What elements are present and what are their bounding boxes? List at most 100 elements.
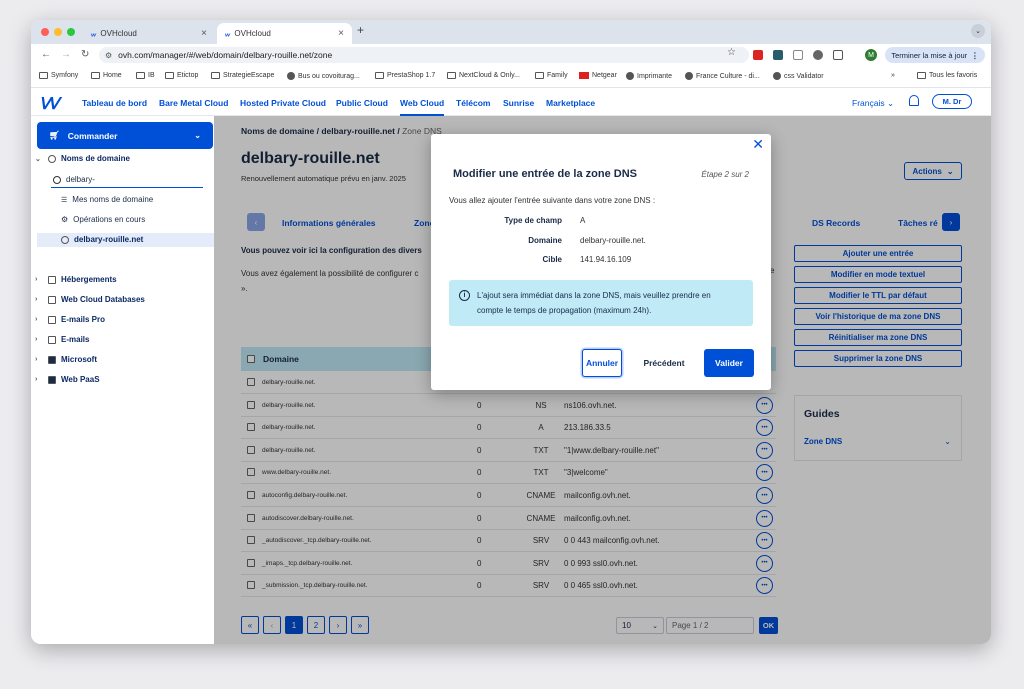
sidebar-item-my-domains[interactable]: ☰ Mes noms de domaine <box>61 195 153 204</box>
sidebar-item-operations[interactable]: ⚙ Opérations en cours <box>61 215 145 224</box>
language-selector[interactable]: Français ⌄ <box>852 98 894 109</box>
nav-telecom[interactable]: Télécom <box>456 98 491 108</box>
bookmark-item[interactable]: css Validator <box>773 72 824 80</box>
bookmark-star-icon[interactable]: ☆ <box>727 47 736 58</box>
bookmark-item[interactable]: Home <box>91 72 122 79</box>
mail-icon <box>48 315 56 324</box>
bookmark-item[interactable]: PrestaShop 1.7 <box>375 72 435 79</box>
nav-bare-metal-cloud[interactable]: Bare Metal Cloud <box>159 98 228 108</box>
field-domain-label: Domaine <box>528 236 562 245</box>
forward-arrow-icon[interactable]: → <box>61 49 71 60</box>
chevron-down-icon: ⌄ <box>886 98 895 108</box>
new-tab-icon[interactable]: + <box>357 23 364 37</box>
browser-tab-1[interactable]: ᵥᵥ OVHcloud × <box>83 23 215 44</box>
cancel-button[interactable]: Annuler <box>582 349 622 377</box>
sidebar-item-emails[interactable]: › E-mails <box>35 335 89 344</box>
validate-button[interactable]: Valider <box>704 349 754 377</box>
sidebar-item-microsoft[interactable]: › Microsoft <box>35 355 97 364</box>
maximize-window-button[interactable] <box>67 28 75 36</box>
sidebar-item-web-cloud-databases[interactable]: › Web Cloud Databases <box>35 295 145 304</box>
globe-icon <box>626 72 634 80</box>
profile-avatar[interactable]: M <box>865 49 877 61</box>
sidebar: 🛒︎ Commander ⌄ ⌄ Noms de domaine delbary-… <box>31 116 214 644</box>
browser-tab-2[interactable]: ᵥᵥ OVHcloud × <box>217 23 352 44</box>
nav-hosted-private-cloud[interactable]: Hosted Private Cloud <box>240 98 326 108</box>
close-icon[interactable]: ✕ <box>752 136 764 153</box>
stack-icon <box>48 375 56 384</box>
chevron-right-icon: › <box>35 276 38 283</box>
globe-icon <box>61 235 69 244</box>
user-menu-button[interactable]: M. Dr <box>932 94 972 109</box>
sidebar-item-hebergements[interactable]: › Hébergements <box>35 275 117 284</box>
tab-list-chevron-icon[interactable]: ⌄ <box>971 24 985 38</box>
sidebar-search-input[interactable]: delbary- <box>51 172 203 188</box>
bookmark-item[interactable]: Netgear <box>579 72 617 79</box>
ovh-logo[interactable]: ᐯᐯ <box>39 94 59 114</box>
folder-icon <box>91 72 100 79</box>
reload-icon[interactable]: ↻ <box>81 49 89 60</box>
modal-step: Étape 2 sur 2 <box>701 170 749 179</box>
bookmark-item[interactable]: IB <box>136 72 155 79</box>
windows-icon <box>48 355 56 364</box>
tab-bar: ᵥᵥ OVHcloud × ᵥᵥ OVHcloud × + ⌄ <box>31 20 991 44</box>
site-settings-icon[interactable]: ⚙ <box>105 51 112 60</box>
modal-intro: Vous allez ajouter l'entrée suivante dan… <box>449 196 656 205</box>
back-arrow-icon[interactable]: ← <box>41 49 51 60</box>
bookmark-item[interactable]: Family <box>535 72 568 79</box>
bookmarks-bar: Symfony Home IB Etictop StrategieEscape … <box>31 66 991 88</box>
extension-icon[interactable] <box>793 50 803 60</box>
extension-icon[interactable] <box>773 50 783 60</box>
folder-icon <box>39 72 48 79</box>
modal-title: Modifier une entrée de la zone DNS <box>453 168 637 180</box>
folder-icon <box>917 72 926 79</box>
folder-icon <box>535 72 544 79</box>
chevron-right-icon: › <box>35 356 38 363</box>
order-button[interactable]: 🛒︎ Commander ⌄ <box>37 122 213 149</box>
sidebar-item-selected-domain[interactable]: delbary-rouille.net <box>61 235 143 244</box>
bookmark-item[interactable]: NextCloud & Only... <box>447 72 520 79</box>
globe-icon <box>773 72 781 80</box>
previous-button[interactable]: Précédent <box>634 349 694 377</box>
bookmark-item[interactable]: Symfony <box>39 72 78 79</box>
notifications-bell-icon[interactable] <box>909 95 919 106</box>
chevron-right-icon: › <box>35 316 38 323</box>
nav-sunrise[interactable]: Sunrise <box>503 98 534 108</box>
url-field[interactable]: ⚙ ovh.com/manager/#/web/domain/delbary-r… <box>99 47 749 63</box>
sidebar-item-emails-pro[interactable]: › E-mails Pro <box>35 315 105 324</box>
nav-marketplace[interactable]: Marketplace <box>546 98 595 108</box>
more-bookmarks-icon[interactable]: » <box>891 72 895 79</box>
field-target-label: Cible <box>542 255 562 264</box>
netgear-icon <box>579 72 589 79</box>
bookmark-item[interactable]: Etictop <box>165 72 198 79</box>
nav-public-cloud[interactable]: Public Cloud <box>336 98 388 108</box>
hosting-icon <box>48 275 56 284</box>
more-menu-icon: ⋮ <box>971 50 979 60</box>
gear-icon: ⚙ <box>61 215 69 224</box>
sidebar-item-web-paas[interactable]: › Web PaaS <box>35 375 100 384</box>
all-bookmarks[interactable]: Tous les favoris <box>917 72 977 79</box>
extension-icon[interactable] <box>813 50 823 60</box>
folder-icon <box>165 72 174 79</box>
sidebar-item-domains[interactable]: ⌄ Noms de domaine <box>35 154 130 163</box>
close-window-button[interactable] <box>41 28 49 36</box>
close-tab-icon[interactable]: × <box>201 28 207 39</box>
field-type-value: A <box>580 216 586 225</box>
chevron-right-icon: › <box>35 296 38 303</box>
extensions-puzzle-icon[interactable] <box>833 50 843 60</box>
globe-icon <box>48 154 56 163</box>
bookmark-item[interactable]: France Culture - di... <box>685 72 760 80</box>
info-icon: i <box>459 290 470 301</box>
field-domain-value: delbary-rouille.net. <box>580 236 646 245</box>
bookmark-item[interactable]: StrategieEscape <box>211 72 274 79</box>
close-tab-icon[interactable]: × <box>338 28 344 39</box>
ovh-favicon-icon: ᵥᵥ <box>225 29 231 38</box>
adblock-extension-icon[interactable] <box>753 50 763 60</box>
nav-web-cloud[interactable]: Web Cloud <box>400 98 445 116</box>
nav-tableau-de-bord[interactable]: Tableau de bord <box>82 98 147 108</box>
bookmark-item[interactable]: Bus ou covoiturag... <box>287 72 360 80</box>
bookmark-item[interactable]: Imprimante <box>626 72 672 80</box>
update-browser-button[interactable]: Terminer la mise à jour ⋮ <box>885 47 985 63</box>
globe-icon <box>287 72 295 80</box>
folder-icon <box>447 72 456 79</box>
minimize-window-button[interactable] <box>54 28 62 36</box>
